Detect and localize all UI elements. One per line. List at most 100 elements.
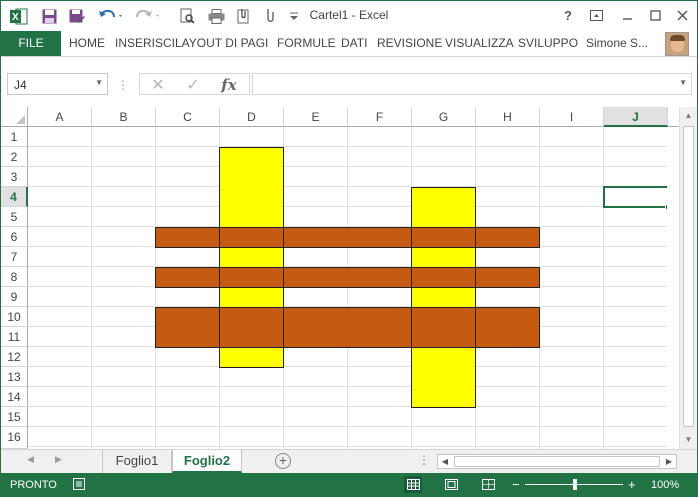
zoom-slider-knob[interactable]	[573, 479, 577, 490]
attach-icon[interactable]	[263, 6, 277, 26]
tab-home[interactable]: HOME	[69, 31, 105, 56]
attach-icon[interactable]	[233, 6, 253, 26]
row-header[interactable]: 1	[1, 127, 28, 147]
row-header-selected[interactable]: 4	[1, 187, 28, 207]
formula-buttons: ✕ ✓ fx	[139, 73, 250, 95]
row-header[interactable]: 5	[1, 207, 28, 227]
excel-window: X Cartel1 - Excel ? FILE HOME INSERISCI …	[0, 0, 698, 497]
close-icon[interactable]	[671, 5, 693, 25]
customize-icon[interactable]	[287, 6, 301, 26]
formula-bar: J4 ▼ ⋮ ✕ ✓ fx ▼	[1, 57, 697, 107]
previous-sheet-icon[interactable]: ◀	[27, 454, 34, 465]
scroll-down-icon[interactable]: ▼	[680, 431, 697, 448]
ribbon-display-icon[interactable]	[585, 5, 607, 25]
zoom-slider[interactable]	[525, 479, 623, 490]
cancel-icon[interactable]: ✕	[143, 75, 173, 95]
formula-bar-grip-icon: ⋮	[117, 78, 129, 92]
expand-formula-icon[interactable]: ▼	[679, 78, 687, 87]
column-header-i[interactable]: I	[540, 107, 604, 127]
user-name[interactable]: Simone S...	[586, 31, 648, 56]
formula-input[interactable]: ▼	[252, 73, 692, 95]
print-preview-icon[interactable]	[177, 6, 197, 26]
row-header[interactable]: 7	[1, 247, 28, 267]
active-cell-j4[interactable]	[603, 186, 667, 210]
help-button[interactable]: ?	[557, 5, 579, 25]
row-header[interactable]: 10	[1, 307, 28, 327]
tab-inserisci[interactable]: INSERISCI	[115, 31, 175, 56]
maximize-icon[interactable]	[644, 5, 666, 25]
enter-icon[interactable]: ✓	[178, 75, 208, 95]
row-header[interactable]: 14	[1, 387, 28, 407]
column-header-e[interactable]: E	[284, 107, 348, 127]
status-bar: PRONTO − + 100%	[1, 473, 697, 496]
row-header[interactable]: 15	[1, 407, 28, 427]
excel-logo-icon[interactable]: X	[9, 6, 29, 26]
name-box[interactable]: J4 ▼	[7, 73, 108, 95]
next-sheet-icon[interactable]: ▶	[55, 454, 62, 465]
chevron-down-icon[interactable]: ▼	[95, 78, 103, 87]
column-header-b[interactable]: B	[92, 107, 156, 127]
scroll-left-icon[interactable]: ◀	[438, 455, 452, 468]
name-box-value: J4	[14, 78, 27, 92]
column-header-g[interactable]: G	[412, 107, 476, 127]
sheet-tab-bar: ◀ ▶ Foglio1 Foglio2 + ⋮ ◀ ▶	[1, 449, 697, 473]
cell-area[interactable]	[28, 127, 667, 449]
horizontal-scrollbar[interactable]: ◀ ▶	[437, 454, 677, 469]
status-ready: PRONTO	[10, 479, 57, 491]
tab-file[interactable]: FILE	[1, 31, 61, 56]
worksheet-grid: A B C D E F G H I J 1 2 3 4 5 6 7 8 9 10…	[1, 107, 697, 449]
row-header[interactable]: 16	[1, 427, 28, 449]
vertical-scroll-thumb[interactable]	[683, 126, 694, 427]
insert-function-button[interactable]: fx	[214, 75, 244, 95]
minimize-icon[interactable]	[616, 5, 638, 25]
avatar[interactable]	[665, 32, 689, 56]
column-header-a[interactable]: A	[28, 107, 92, 127]
fill-handle[interactable]	[665, 204, 667, 210]
scroll-up-icon[interactable]: ▲	[680, 107, 697, 124]
select-all-button[interactable]	[1, 107, 28, 127]
row-header[interactable]: 2	[1, 147, 28, 167]
zoom-in-button[interactable]: +	[628, 478, 636, 491]
save-icon[interactable]	[39, 6, 59, 26]
add-sheet-button[interactable]: +	[275, 453, 291, 469]
scroll-right-icon[interactable]: ▶	[662, 455, 676, 468]
page-break-view-icon[interactable]	[479, 476, 497, 493]
row-header[interactable]: 11	[1, 327, 28, 347]
column-header-c[interactable]: C	[156, 107, 220, 127]
tab-revisione[interactable]: REVISIONE	[377, 31, 442, 56]
tab-split-grip-icon[interactable]: ⋮	[418, 453, 430, 467]
row-header[interactable]: 12	[1, 347, 28, 367]
redo-icon[interactable]	[135, 6, 163, 26]
column-header-j[interactable]: J	[604, 107, 668, 127]
tab-layout[interactable]: LAYOUT DI PAGI	[175, 31, 268, 56]
row-header[interactable]: 8	[1, 267, 28, 287]
ribbon-tabs: FILE HOME INSERISCI LAYOUT DI PAGI FORMU…	[1, 31, 697, 57]
horizontal-scroll-thumb[interactable]	[454, 456, 660, 467]
row-header[interactable]: 6	[1, 227, 28, 247]
column-header-h[interactable]: H	[476, 107, 540, 127]
print-icon[interactable]	[206, 6, 226, 26]
column-header-overflow	[668, 107, 679, 127]
normal-view-icon[interactable]	[404, 476, 422, 493]
macro-record-icon[interactable]	[73, 478, 85, 490]
column-header-d[interactable]: D	[220, 107, 284, 127]
row-header[interactable]: 9	[1, 287, 28, 307]
svg-text:X: X	[12, 12, 19, 23]
sheet-tab-foglio2[interactable]: Foglio2	[172, 450, 242, 473]
shape-cell-lines	[219, 227, 476, 348]
sheet-tab-foglio1[interactable]: Foglio1	[102, 450, 172, 473]
save-as-icon[interactable]	[67, 6, 87, 26]
page-layout-view-icon[interactable]	[442, 476, 460, 493]
vertical-scrollbar[interactable]: ▲ ▼	[679, 107, 697, 449]
column-header-f[interactable]: F	[348, 107, 412, 127]
tab-visualizza[interactable]: VISUALIZZA	[445, 31, 514, 56]
undo-icon[interactable]	[97, 6, 125, 26]
tab-formule[interactable]: FORMULE	[277, 31, 336, 56]
title-bar: X Cartel1 - Excel ?	[1, 1, 697, 31]
zoom-level[interactable]: 100%	[651, 479, 679, 491]
row-header[interactable]: 3	[1, 167, 28, 187]
tab-sviluppo[interactable]: SVILUPPO	[518, 31, 578, 56]
row-header[interactable]: 13	[1, 367, 28, 387]
zoom-out-button[interactable]: −	[512, 478, 520, 491]
tab-dati[interactable]: DATI	[341, 31, 367, 56]
